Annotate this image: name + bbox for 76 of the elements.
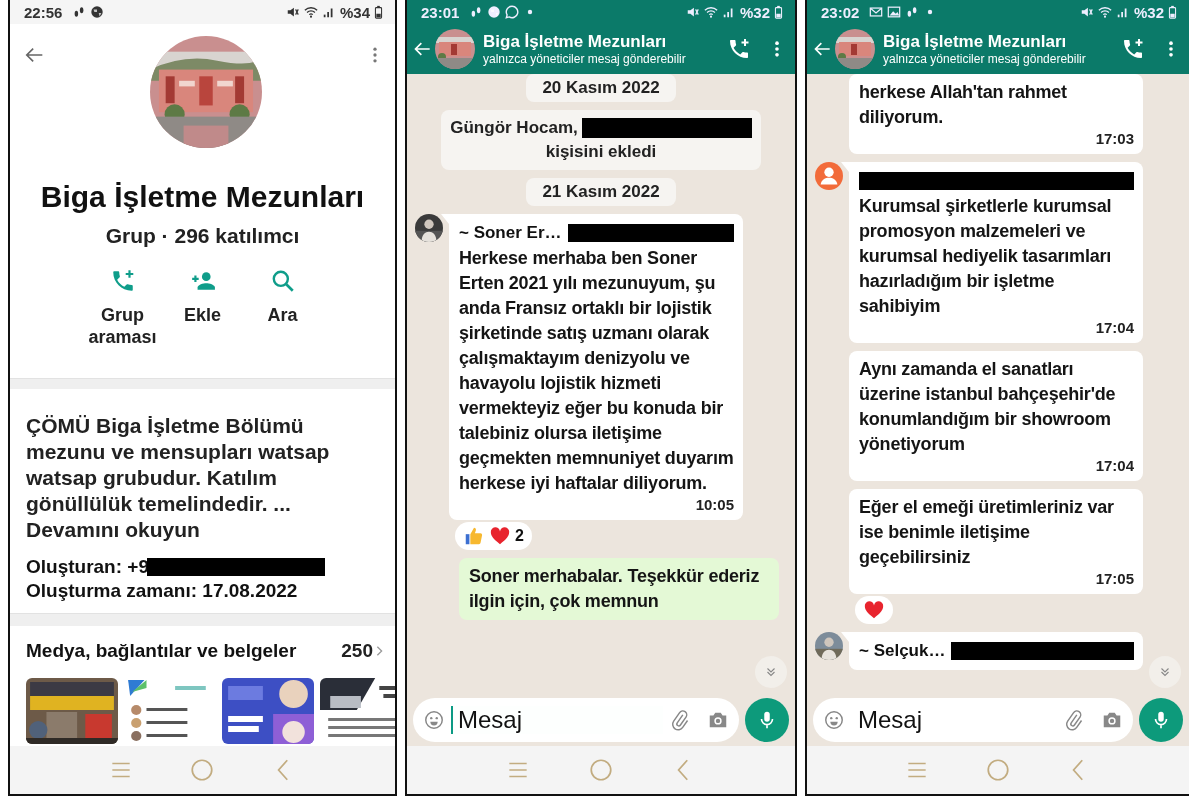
- system-text: Güngör Hocam,: [450, 117, 578, 139]
- group-title: Biga İşletme Mezunları: [39, 180, 366, 214]
- chat-bubble-icon: [505, 5, 520, 19]
- battery-percent: %32: [739, 3, 770, 21]
- system-text: kişisini ekledi: [545, 141, 657, 163]
- mute-icon: [1079, 5, 1094, 19]
- add-member-button[interactable]: Ekle: [166, 268, 239, 378]
- wifi-icon: [303, 5, 318, 19]
- status-time: 22:56: [24, 3, 63, 21]
- chat-subtitle: yalnızca yöneticiler mesaj gönderebilir: [483, 52, 687, 66]
- double-chevron-icon: [764, 665, 778, 679]
- search-button[interactable]: Ara: [246, 268, 319, 378]
- battery-icon: [374, 5, 383, 19]
- message-text: Kurumsal şirketlerle kurumsal promosyon malzemeleri ve kurumsal hediyelik tasarımları hazırladığım bir işletme sahibiyim: [859, 195, 1113, 318]
- message-field[interactable]: Mesaj: [413, 698, 739, 742]
- message-text: Herkese merhaba ben Soner Erten 2021 yılı mezunuyum, şu anda Fransız ortaklı bir lojistik şirketinde satış uzmanı olarak çalışmaktayım denizyolu ve havayolu lojistik hizmeti vermekteyiz eğer bu konuda bir talebiniz olursa iletişime geçmekten memnuniyet duyarım herkese iyi haftalar diliyorum.: [459, 247, 734, 495]
- globe-icon: [90, 5, 105, 19]
- image-icon: [887, 5, 902, 19]
- status-time: 23:02: [821, 3, 860, 21]
- message-text: herkese Allah'tan rahmet diliyorum.: [859, 81, 1068, 129]
- sender-name: ~ Selçuk…: [859, 641, 946, 661]
- wifi-icon: [1097, 5, 1112, 19]
- message-text: Soner merhabalar. Teşekkür ederiz ilgin için, çok memnun: [469, 566, 760, 611]
- emoji-icon[interactable]: [423, 709, 445, 731]
- phone-plus-icon[interactable]: [1121, 37, 1145, 61]
- message-input[interactable]: Mesaj: [851, 706, 1057, 734]
- status-time: 23:01: [421, 3, 460, 21]
- home-icon[interactable]: [985, 757, 1011, 783]
- reaction-pill[interactable]: 2: [455, 522, 532, 550]
- battery-percent: %32: [1133, 3, 1164, 21]
- dot-icon: [927, 9, 934, 15]
- microphone-button[interactable]: [745, 698, 789, 742]
- chat-title[interactable]: Biga İşletme Mezunları: [883, 32, 1109, 52]
- chat-subtitle: yalnızca yöneticiler mesaj gönderebilir: [883, 52, 1087, 66]
- paperclip-icon[interactable]: [669, 709, 691, 731]
- emoji-icon[interactable]: [823, 709, 845, 731]
- dot-icon: [527, 9, 534, 15]
- date-chip: 20 Kasım 2022: [526, 74, 676, 102]
- home-icon[interactable]: [189, 757, 216, 783]
- reaction-pill[interactable]: [855, 596, 893, 624]
- message-time: 17:04: [1095, 319, 1134, 337]
- battery-icon: [774, 5, 783, 19]
- chevron-icon: [376, 645, 383, 657]
- group-call-button[interactable]: Grup araması: [86, 268, 159, 378]
- message-field[interactable]: Mesaj: [813, 698, 1133, 742]
- paperclip-icon[interactable]: [1063, 709, 1085, 731]
- mail-icon: [869, 5, 884, 19]
- mute-icon: [685, 5, 700, 19]
- message-text: Aynı zamanda el sanatları üzerine istanbul bahçeşehir'de konumlandığım bir showroom yönetiyorum: [859, 358, 1117, 456]
- sender-name: ~ Soner Er…: [459, 223, 562, 243]
- battery-icon: [1168, 5, 1177, 19]
- double-chevron-icon: [1158, 665, 1172, 679]
- heart-icon: [863, 599, 885, 621]
- group-subtitle: Grup · 296 katılımcı: [104, 224, 301, 248]
- creation-date: Oluşturma zamanı: 17.08.2022: [26, 579, 299, 603]
- group-description: ÇÖMÜ Biga İşletme Bölümü mezunu ve mensupları watsap watsap grubudur. Katılım gönüllülük temelindedir. ... Devamını okuyun: [26, 413, 331, 543]
- media-count-link[interactable]: 250: [341, 640, 383, 662]
- globe-icon: [487, 5, 502, 19]
- home-icon[interactable]: [588, 757, 614, 783]
- battery-percent: %34: [339, 3, 370, 21]
- media-section-title: Medya, bağlantılar ve belgeler: [26, 640, 297, 662]
- microphone-button[interactable]: [1139, 698, 1183, 742]
- message-time: 17:04: [1095, 457, 1134, 475]
- message-text: Eğer el emeği üretimleriniz var ise benimle iletişime geçebilirsiniz: [859, 496, 1115, 569]
- message-time: 10:05: [695, 496, 734, 514]
- read-more-link[interactable]: Devamını okuyun: [26, 518, 200, 541]
- phone-plus-icon[interactable]: [727, 37, 751, 61]
- heart-icon: [489, 525, 511, 547]
- wifi-icon: [703, 5, 718, 19]
- chat-title[interactable]: Biga İşletme Mezunları: [483, 32, 715, 52]
- message-time: 17:03: [1095, 130, 1134, 148]
- date-chip: 21 Kasım 2022: [526, 178, 676, 206]
- mute-icon: [285, 5, 300, 19]
- message-time: 17:05: [1095, 570, 1134, 588]
- thumbs-up-icon: [463, 525, 485, 547]
- avatar-icon[interactable]: [815, 162, 843, 190]
